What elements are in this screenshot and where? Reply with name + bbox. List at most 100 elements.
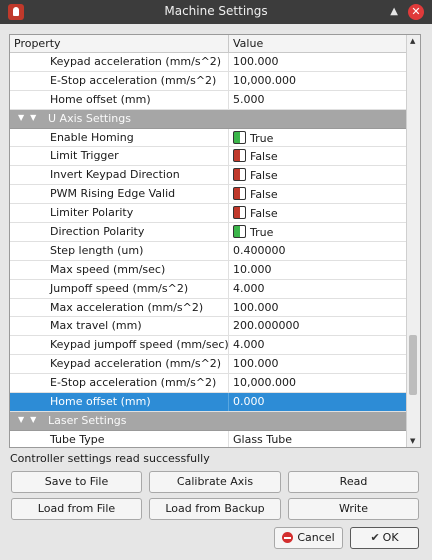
table-row[interactable]: Max speed (mm/sec) 10.000: [10, 260, 406, 280]
property-label: Keypad jumpoff speed (mm/sec): [50, 338, 229, 352]
ok-label: OK: [382, 531, 399, 544]
table-row[interactable]: Limit Trigger False: [10, 147, 406, 167]
property-value[interactable]: False: [233, 187, 278, 201]
property-value[interactable]: True: [233, 225, 273, 239]
column-divider[interactable]: [228, 35, 229, 52]
toggle-switch-icon[interactable]: [233, 130, 246, 144]
calibrate-axis-button[interactable]: Calibrate Axis: [149, 471, 281, 493]
property-value[interactable]: False: [233, 168, 278, 182]
property-label: Limit Trigger: [50, 149, 119, 163]
read-button[interactable]: Read: [288, 471, 419, 493]
table-row[interactable]: Step length (um) 0.400000: [10, 241, 406, 261]
cell-divider: [228, 71, 229, 90]
property-value[interactable]: False: [233, 206, 278, 220]
toggle-switch-icon[interactable]: [233, 168, 246, 182]
table-row[interactable]: E-Stop acceleration (mm/s^2) 10,000.000: [10, 71, 406, 91]
column-header-property[interactable]: Property: [14, 37, 61, 50]
close-icon[interactable]: ✕: [408, 4, 424, 20]
property-value[interactable]: 4.000: [233, 338, 265, 351]
property-value[interactable]: 100.000: [233, 55, 279, 68]
table-row[interactable]: Tube Type Glass Tube: [10, 430, 406, 447]
property-label: Step length (um): [50, 243, 144, 257]
table-row[interactable]: Limiter Polarity False: [10, 204, 406, 224]
table-header: Property Value: [10, 35, 406, 53]
group-label: Laser Settings: [48, 413, 127, 427]
load-from-file-button[interactable]: Load from File: [11, 498, 142, 520]
scroll-thumb[interactable]: [409, 335, 417, 395]
toggle-value: False: [250, 150, 278, 164]
toggle-switch-icon[interactable]: [233, 225, 246, 239]
table-row[interactable]: Invert Keypad Direction False: [10, 166, 406, 186]
expand-arrow-icon[interactable]: ▼▼: [18, 113, 42, 122]
property-value[interactable]: 10,000.000: [233, 376, 296, 389]
write-button[interactable]: Write: [288, 498, 419, 520]
property-value[interactable]: 100.000: [233, 301, 279, 314]
scroll-down-icon[interactable]: ▼: [410, 437, 415, 445]
column-header-value[interactable]: Value: [233, 37, 263, 50]
group-row[interactable]: ▼▼ U Axis Settings: [10, 109, 406, 129]
property-value[interactable]: 10,000.000: [233, 74, 296, 87]
settings-table[interactable]: Property Value Keypad acceleration (mm/s…: [9, 34, 421, 448]
property-value[interactable]: False: [233, 149, 278, 163]
cell-divider: [228, 298, 229, 317]
ok-icon: ✔: [370, 531, 380, 544]
title-bar: Machine Settings ▲ ✕: [0, 0, 432, 24]
cell-divider: [228, 260, 229, 279]
property-label: Max travel (mm): [50, 319, 142, 333]
toggle-value: True: [250, 131, 274, 145]
property-value[interactable]: 5.000: [233, 93, 265, 106]
property-label: Home offset (mm): [50, 92, 151, 106]
property-value[interactable]: 200.000000: [233, 319, 299, 332]
table-row[interactable]: Keypad jumpoff speed (mm/sec) 4.000: [10, 336, 406, 356]
ok-button[interactable]: ✔ OK: [350, 527, 419, 549]
table-row[interactable]: Keypad acceleration (mm/s^2) 100.000: [10, 53, 406, 72]
property-label: E-Stop acceleration (mm/s^2): [50, 73, 217, 87]
property-label: Tube Type: [50, 432, 105, 446]
property-value[interactable]: 10.000: [233, 263, 272, 276]
maximize-icon[interactable]: ▲: [390, 6, 398, 17]
toggle-switch-icon[interactable]: [233, 187, 246, 201]
table-row[interactable]: Home offset (mm) 0.000: [10, 393, 406, 412]
cell-divider: [228, 147, 229, 166]
cell-divider: [228, 279, 229, 298]
property-value[interactable]: 100.000: [233, 357, 279, 370]
window-title: Machine Settings: [164, 4, 268, 18]
group-row[interactable]: ▼▼ Laser Settings: [10, 411, 406, 431]
table-row[interactable]: Max travel (mm) 200.000000: [10, 317, 406, 337]
vertical-scrollbar[interactable]: ▲ ▼: [406, 35, 420, 447]
cancel-button[interactable]: Cancel: [274, 527, 343, 549]
cell-divider: [228, 223, 229, 241]
cell-divider: [228, 393, 229, 411]
table-row[interactable]: Jumpoff speed (mm/s^2) 4.000: [10, 279, 406, 299]
table-row[interactable]: E-Stop acceleration (mm/s^2) 10,000.000: [10, 374, 406, 394]
table-row[interactable]: Home offset (mm) 5.000: [10, 90, 406, 110]
toggle-value: False: [250, 207, 278, 221]
table-row[interactable]: Direction Polarity True: [10, 223, 406, 242]
cell-divider: [228, 336, 229, 355]
load-from-backup-button[interactable]: Load from Backup: [149, 498, 281, 520]
expand-arrow-icon[interactable]: ▼▼: [18, 415, 42, 424]
scroll-up-icon[interactable]: ▲: [410, 37, 415, 45]
table-row[interactable]: Keypad acceleration (mm/s^2) 100.000: [10, 355, 406, 375]
table-row[interactable]: Enable Homing True: [10, 128, 406, 148]
table-body: Keypad acceleration (mm/s^2) 100.000 E-Sto…: [10, 53, 406, 447]
cell-divider: [228, 317, 229, 336]
property-value[interactable]: True: [233, 130, 274, 145]
table-row[interactable]: Max acceleration (mm/s^2) 100.000: [10, 298, 406, 318]
property-label: Max acceleration (mm/s^2): [50, 300, 204, 314]
property-label: Direction Polarity: [50, 225, 145, 239]
table-row[interactable]: PWM Rising Edge Valid False: [10, 185, 406, 205]
toggle-switch-icon[interactable]: [233, 206, 246, 220]
property-value[interactable]: 4.000: [233, 282, 265, 295]
property-value[interactable]: Glass Tube: [233, 433, 292, 446]
cell-divider: [228, 355, 229, 374]
property-value[interactable]: 0.000: [233, 395, 265, 408]
cell-divider: [228, 185, 229, 204]
property-label: Keypad acceleration (mm/s^2): [50, 357, 222, 371]
save-to-file-button[interactable]: Save to File: [11, 471, 142, 493]
property-value[interactable]: 0.400000: [233, 244, 286, 257]
toggle-switch-icon[interactable]: [233, 149, 246, 163]
property-label: Jumpoff speed (mm/s^2): [50, 281, 189, 295]
cell-divider: [228, 374, 229, 393]
cell-divider: [228, 241, 229, 260]
